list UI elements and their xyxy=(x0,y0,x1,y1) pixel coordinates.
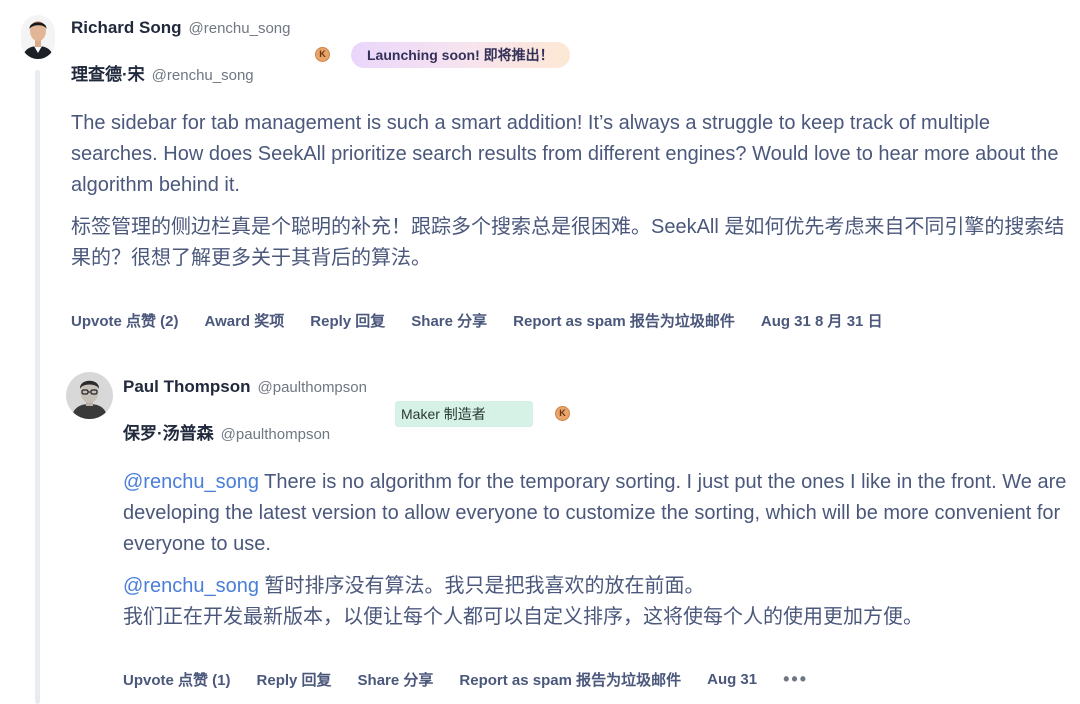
comment-author-name-cn[interactable]: 理查德·宋 xyxy=(71,60,145,85)
reply-body-en: @renchu_song There is no algorithm for t… xyxy=(123,467,1068,560)
thread-line xyxy=(35,70,40,704)
avatar-paul-thompson[interactable] xyxy=(66,372,113,419)
report-spam-button[interactable]: Report as spam 报告为垃圾邮件 xyxy=(459,669,681,690)
more-options-icon[interactable]: ••• xyxy=(783,669,808,690)
upvote-button[interactable]: Upvote 点赞 (2) xyxy=(71,310,179,331)
reply-date[interactable]: Aug 31 xyxy=(707,671,757,688)
karma-badge-icon: K xyxy=(315,47,330,62)
launching-soon-badge: Launching soon! 即将推出！ xyxy=(351,42,570,68)
comment-author-name[interactable]: Richard Song xyxy=(71,18,182,38)
comment-author-row-cn: 理查德·宋 @renchu_song xyxy=(71,60,254,85)
award-button[interactable]: Award 奖项 xyxy=(205,310,285,331)
share-button[interactable]: Share 分享 xyxy=(358,669,434,690)
comment-body-en: The sidebar for tab management is such a… xyxy=(71,112,1059,196)
reply-body-cn-line2: 我们正在开发最新版本，以便让每个人都可以自定义排序，这将使每个人的使用更加方便。 xyxy=(123,606,923,628)
reply-author-row-cn: 保罗·汤普森 @paulthompson xyxy=(123,419,330,444)
reply-author-row: Paul Thompson @paulthompson xyxy=(123,377,367,397)
reply-button[interactable]: Reply 回复 xyxy=(257,669,332,690)
reply-body-cn: @renchu_song 暂时排序没有算法。我只是把我喜欢的放在前面。我们正在开… xyxy=(123,571,1068,633)
avatar-richard-song[interactable] xyxy=(21,15,55,59)
comment-actions: Upvote 点赞 (2) Award 奖项 Reply 回复 Share 分享… xyxy=(71,310,909,331)
maker-badge: Maker 制造者 xyxy=(395,401,533,427)
reply-author-handle-cn[interactable]: @paulthompson xyxy=(221,426,330,443)
report-spam-button[interactable]: Report as spam 报告为垃圾邮件 xyxy=(513,310,735,331)
comment-author-row: Richard Song @renchu_song xyxy=(71,18,290,38)
reply-author-name[interactable]: Paul Thompson xyxy=(123,377,251,397)
reply-author-name-cn[interactable]: 保罗·汤普森 xyxy=(123,419,214,444)
share-button[interactable]: Share 分享 xyxy=(411,310,487,331)
reply-actions: Upvote 点赞 (1) Reply 回复 Share 分享 Report a… xyxy=(123,669,834,690)
comment-date[interactable]: Aug 31 8 月 31 日 xyxy=(761,310,883,331)
comment-author-handle-cn[interactable]: @renchu_song xyxy=(152,67,254,84)
reply-button[interactable]: Reply 回复 xyxy=(310,310,385,331)
comment-author-handle[interactable]: @renchu_song xyxy=(189,20,291,37)
mention-link[interactable]: @renchu_song xyxy=(123,471,259,493)
reply-body-cn-line1: 暂时排序没有算法。我只是把我喜欢的放在前面。 xyxy=(264,575,705,597)
mention-link-cn[interactable]: @renchu_song xyxy=(123,575,259,597)
comment-body-cn: 标签管理的侧边栏真是个聪明的补充！跟踪多个搜索总是很困难。SeekAll 是如何… xyxy=(71,216,1065,269)
karma-badge-icon: K xyxy=(555,406,570,421)
reply-body-en-text: There is no algorithm for the temporary … xyxy=(123,471,1067,555)
upvote-button[interactable]: Upvote 点赞 (1) xyxy=(123,669,231,690)
reply-author-handle[interactable]: @paulthompson xyxy=(258,379,367,396)
comment-thread: Richard Song @renchu_song 理查德·宋 @renchu_… xyxy=(0,0,1080,704)
